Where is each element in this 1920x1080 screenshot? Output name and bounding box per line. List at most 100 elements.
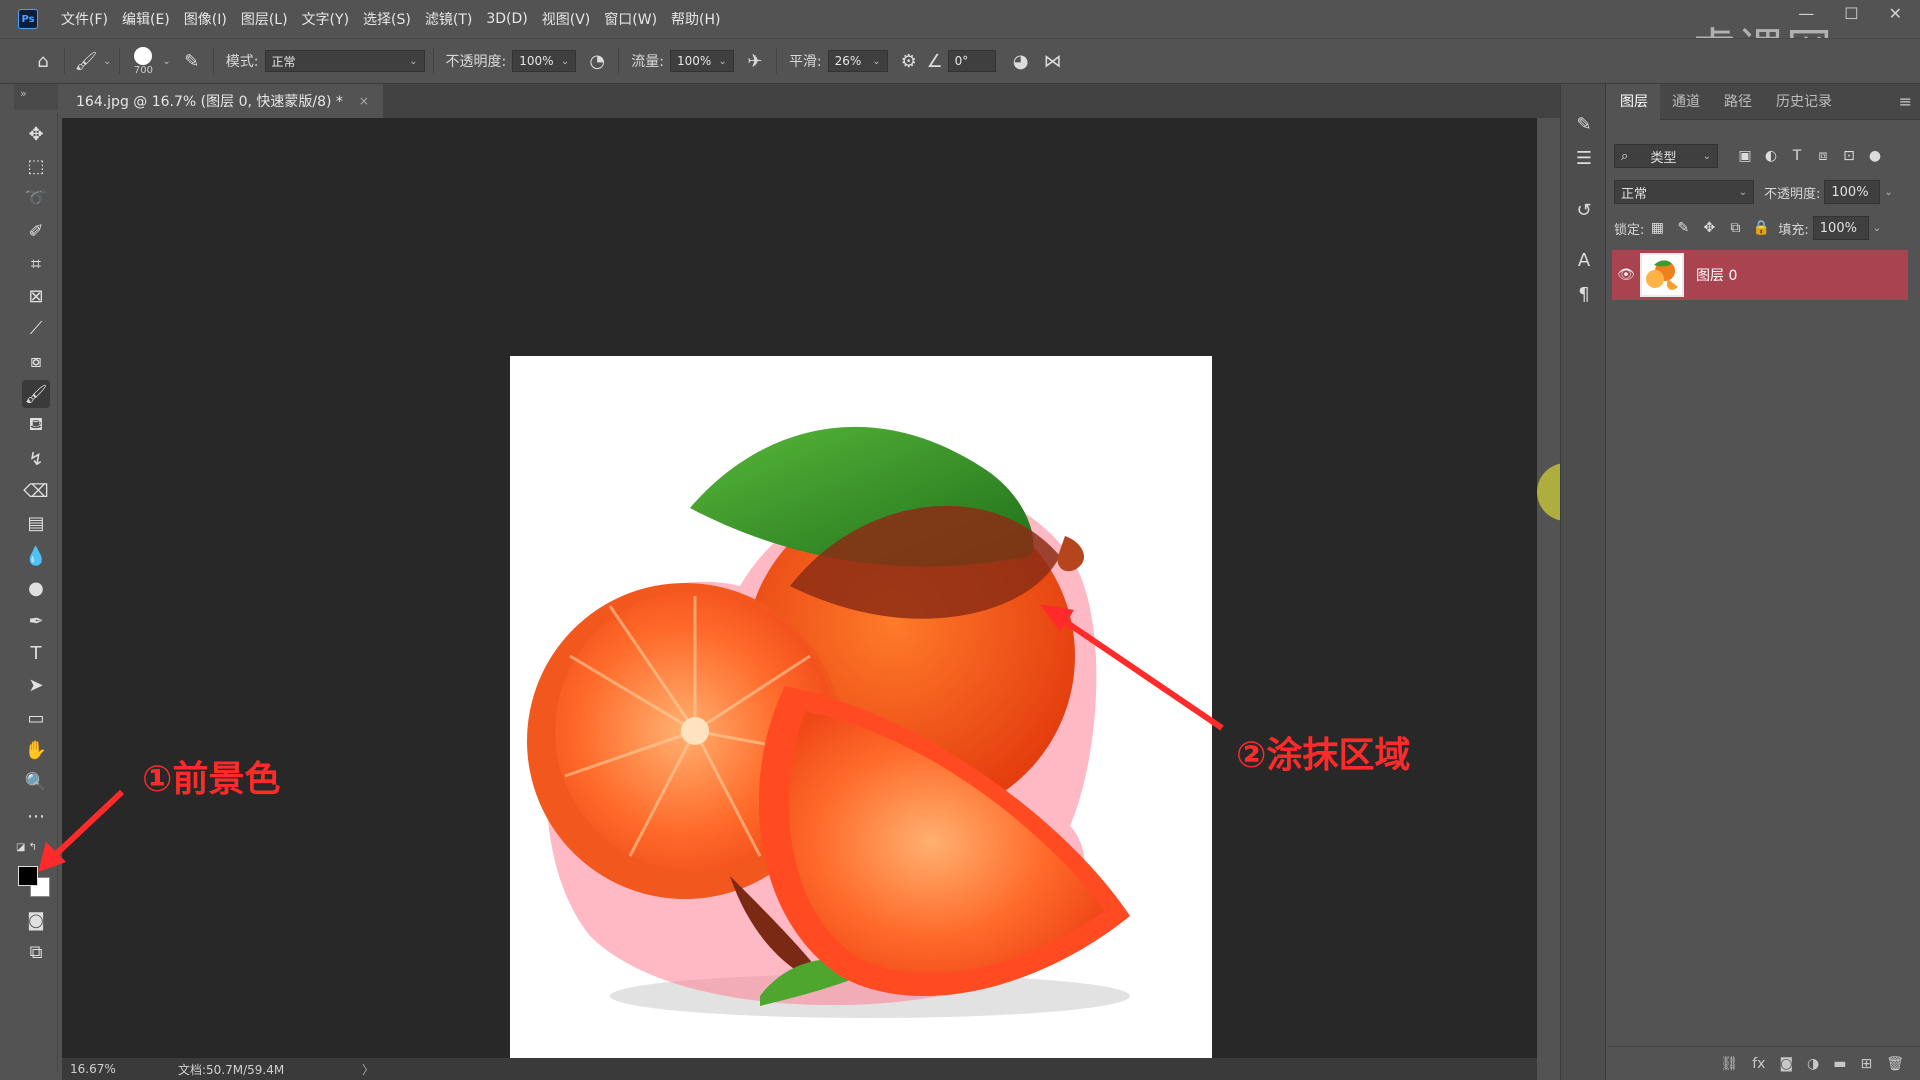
lock-all-icon[interactable]: 🔒: [1748, 220, 1774, 236]
filter-toggle-icon[interactable]: ●: [1862, 148, 1888, 164]
default-colors-icon[interactable]: ◪ ↰: [16, 842, 37, 853]
tab-history[interactable]: 历史记录: [1764, 84, 1844, 120]
menu-window[interactable]: 窗口(W): [597, 9, 664, 29]
toolbar-collapse[interactable]: »: [14, 84, 58, 110]
paragraph-panel-icon[interactable]: ¶: [1570, 280, 1598, 308]
layer-opacity-field[interactable]: 100%: [1824, 180, 1881, 204]
menu-image[interactable]: 图像(I): [177, 9, 234, 29]
adjustments-panel-icon[interactable]: ☰: [1570, 144, 1598, 172]
panel-menu-icon[interactable]: ≡: [1899, 92, 1912, 111]
trash-icon[interactable]: 🗑: [1886, 1056, 1904, 1072]
document-tab[interactable]: 164.jpg @ 16.7% (图层 0, 快速蒙版/8) * ×: [62, 84, 383, 118]
blend-mode-select[interactable]: 正常 ⌄: [1614, 180, 1754, 204]
chevron-down-icon[interactable]: ⌄: [1884, 187, 1892, 198]
blur-icon[interactable]: 💧: [22, 542, 50, 570]
layer-filter-select[interactable]: ⌕ 类型 ⌄: [1614, 144, 1718, 168]
home-icon[interactable]: ⌂: [30, 48, 56, 74]
lasso-icon[interactable]: ➰: [22, 184, 50, 212]
frame-icon[interactable]: ⊠: [22, 282, 50, 310]
image-filter-icon[interactable]: ▣: [1732, 148, 1758, 164]
maximize-icon[interactable]: ☐: [1844, 4, 1858, 23]
gear-icon[interactable]: ⚙: [896, 48, 922, 74]
document-canvas[interactable]: [510, 356, 1212, 1058]
type-filter-icon[interactable]: T: [1784, 148, 1810, 164]
angle-field[interactable]: 0°: [947, 50, 996, 72]
brush-settings-panel-icon[interactable]: ✎: [1570, 110, 1598, 138]
fill-field[interactable]: 100%: [1812, 216, 1869, 240]
menu-type[interactable]: 文字(Y): [295, 9, 356, 29]
crop-icon[interactable]: ⌗: [22, 250, 50, 278]
annotation-foreground: ①前景色: [142, 759, 281, 800]
menu-3d[interactable]: 3D(D): [479, 11, 534, 27]
fx-icon[interactable]: fx: [1752, 1056, 1765, 1072]
path-selection-icon[interactable]: ➤: [22, 671, 50, 699]
menu-select[interactable]: 选择(S): [356, 9, 418, 29]
menu-file[interactable]: 文件(F): [54, 9, 115, 29]
lock-artboard-icon[interactable]: ⧉: [1722, 220, 1748, 236]
new-layer-icon[interactable]: ⊞: [1860, 1056, 1872, 1072]
eyedropper-icon[interactable]: ⟋: [22, 314, 50, 342]
dodge-icon[interactable]: ●: [22, 574, 50, 602]
tab-channels[interactable]: 通道: [1660, 84, 1712, 120]
close-icon[interactable]: ✕: [1889, 4, 1902, 23]
zoom-icon[interactable]: 🔍: [22, 768, 50, 796]
link-layers-icon[interactable]: ⛓: [1720, 1056, 1738, 1072]
adjustment-layer-icon[interactable]: ◑: [1807, 1056, 1819, 1072]
character-panel-icon[interactable]: A: [1570, 246, 1598, 274]
eraser-icon[interactable]: ⌫: [22, 477, 50, 505]
chevron-down-icon[interactable]: ⌄: [1873, 223, 1881, 234]
move-icon[interactable]: ✥: [22, 120, 50, 148]
menu-help[interactable]: 帮助(H): [664, 9, 727, 29]
pressure-opacity-icon[interactable]: ◔: [584, 48, 610, 74]
menu-view[interactable]: 视图(V): [535, 9, 598, 29]
lock-position-icon[interactable]: ✥: [1696, 220, 1722, 236]
layer-thumbnail[interactable]: [1640, 253, 1684, 297]
airbrush-icon[interactable]: ✈: [742, 48, 768, 74]
brush-icon[interactable]: 🖌: [22, 380, 50, 408]
quick-selection-icon[interactable]: ✐: [22, 217, 50, 245]
brush-settings-icon[interactable]: ✎: [179, 48, 205, 74]
menu-edit[interactable]: 编辑(E): [115, 9, 177, 29]
chevron-down-icon[interactable]: ⌄: [103, 56, 111, 67]
lock-pixels-icon[interactable]: ✎: [1670, 220, 1696, 236]
tab-layers[interactable]: 图层: [1608, 83, 1660, 120]
gradient-icon[interactable]: ▤: [22, 509, 50, 537]
menu-filter[interactable]: 滤镜(T): [418, 9, 479, 29]
eye-icon[interactable]: 👁: [1612, 267, 1640, 283]
adjustment-filter-icon[interactable]: ◐: [1758, 148, 1784, 164]
status-menu-arrow[interactable]: 〉: [362, 1061, 374, 1078]
mode-select[interactable]: 正常 ⌄: [264, 50, 425, 72]
foreground-color-swatch[interactable]: [18, 866, 38, 886]
history-brush-icon[interactable]: ↯: [22, 445, 50, 473]
pressure-size-icon[interactable]: ◕: [1008, 48, 1034, 74]
opacity-field[interactable]: 100% ⌄: [512, 50, 577, 72]
lock-transparency-icon[interactable]: ▦: [1644, 220, 1670, 236]
screen-mode-icon[interactable]: ⧉: [22, 938, 50, 966]
layer-item[interactable]: 👁 图层 0: [1612, 250, 1908, 300]
clone-stamp-icon[interactable]: ⛾: [22, 412, 50, 440]
symmetry-icon[interactable]: ⋈: [1040, 48, 1066, 74]
zoom-level[interactable]: 16.67%: [70, 1062, 170, 1076]
new-group-icon[interactable]: ▬: [1833, 1056, 1846, 1072]
rectangle-icon[interactable]: ▭: [22, 704, 50, 732]
brush-preset-icon[interactable]: 🖌: [73, 48, 99, 74]
add-mask-icon[interactable]: ◙: [1779, 1056, 1793, 1072]
menu-layer[interactable]: 图层(L): [234, 9, 295, 29]
close-tab-icon[interactable]: ×: [359, 94, 369, 108]
canvas-area[interactable]: [62, 118, 1537, 1058]
healing-brush-icon[interactable]: ⧇: [22, 347, 50, 375]
text-icon[interactable]: T: [22, 639, 50, 667]
tab-paths[interactable]: 路径: [1712, 84, 1764, 120]
hand-icon[interactable]: ✋: [22, 736, 50, 764]
pen-icon[interactable]: ✒: [22, 607, 50, 635]
history-panel-icon[interactable]: ↺: [1570, 196, 1598, 224]
more-tools-icon[interactable]: ⋯: [22, 802, 50, 830]
shape-filter-icon[interactable]: ⧈: [1810, 148, 1836, 164]
chevron-down-icon[interactable]: ⌄: [162, 56, 170, 67]
flow-field[interactable]: 100% ⌄: [669, 50, 734, 72]
marquee-icon[interactable]: ⬚: [22, 152, 50, 180]
smoothing-field[interactable]: 26% ⌄: [827, 50, 888, 72]
brush-size-picker[interactable]: 700: [128, 46, 158, 76]
quick-mask-icon[interactable]: ◙: [22, 906, 50, 934]
smart-object-filter-icon[interactable]: ⊡: [1836, 148, 1862, 164]
